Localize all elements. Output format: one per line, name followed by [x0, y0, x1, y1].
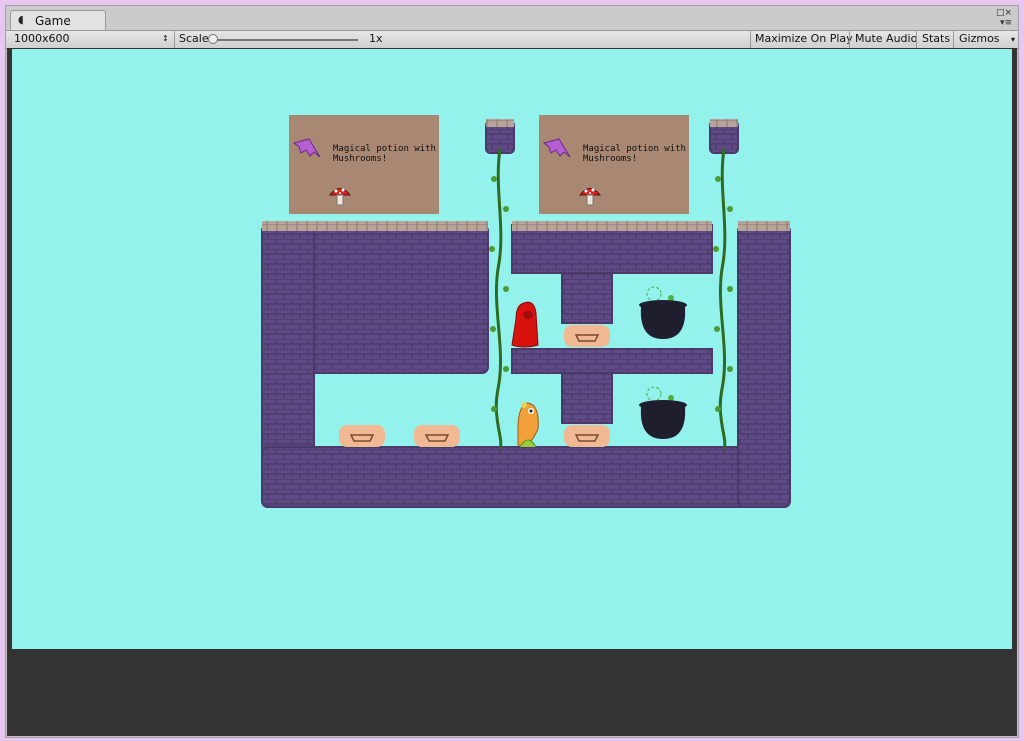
resolution-dropdown[interactable]: 1000x600 ↕: [14, 31, 170, 48]
vine: [494, 148, 503, 450]
toolbar-separator: [953, 31, 954, 48]
vine: [718, 148, 727, 450]
pressure-plate: [414, 425, 460, 447]
scale-slider-thumb[interactable]: [208, 34, 218, 44]
cap-left: [262, 221, 488, 231]
cauldron-icon: [639, 386, 687, 439]
orange-sprout-character: [517, 402, 539, 448]
toolbar-separator: [174, 31, 175, 48]
maximize-on-play-button[interactable]: Maximize On Play: [755, 31, 853, 48]
post-cap: [710, 119, 738, 127]
cap-middle: [512, 221, 712, 231]
updown-arrows-icon: ↕: [162, 34, 169, 43]
post-cap: [486, 119, 514, 127]
pressure-plate: [339, 425, 385, 447]
game-toolbar: 1000x600 ↕ Scale 1x Maximize On Play Mut…: [6, 30, 1018, 49]
unity-game-icon: ◖: [18, 13, 24, 26]
scale-slider-track[interactable]: [212, 39, 358, 41]
wall-middle-top: [511, 224, 713, 274]
wall-right-column: [737, 224, 791, 508]
game-viewport[interactable]: Magical potion with Mushrooms! Magical p…: [12, 49, 1012, 649]
pressure-plate: [564, 325, 610, 347]
tab-game[interactable]: ◖ Game: [10, 10, 106, 31]
toolbar-separator: [916, 31, 917, 48]
tab-game-label: Game: [35, 14, 71, 28]
window-controls: □× ▾≡: [996, 8, 1012, 28]
stats-button[interactable]: Stats: [922, 31, 950, 48]
pressure-plate: [564, 425, 610, 447]
wall-floor: [261, 446, 791, 508]
gizmos-label: Gizmos: [959, 32, 1000, 45]
tab-bar: ◖ Game □× ▾≡: [6, 6, 1018, 31]
wall-middle-pillar-lower: [561, 372, 613, 424]
scale-value: 1x: [369, 32, 383, 45]
cauldron-icon: [639, 286, 687, 339]
menu-icon[interactable]: ▾≡: [1000, 18, 1012, 28]
gizmos-dropdown[interactable]: Gizmos ▾: [959, 31, 1015, 48]
toolbar-separator: [750, 31, 751, 48]
toolbar-separator: [849, 31, 850, 48]
chevron-down-icon: ▾: [1011, 35, 1016, 44]
level-map: [261, 119, 791, 508]
close-icon[interactable]: ×: [1004, 8, 1012, 18]
wall-middle-ledge: [511, 348, 713, 374]
scale-label: Scale: [179, 32, 209, 45]
wall-middle-pillar-upper: [561, 272, 613, 324]
unity-game-window: ◖ Game □× ▾≡ 1000x600 ↕ Scale 1x Maximiz…: [5, 5, 1019, 738]
red-hooded-character: [511, 301, 539, 348]
resolution-value: 1000x600: [14, 32, 70, 45]
cap-right: [738, 221, 790, 231]
mute-audio-button[interactable]: Mute Audio: [855, 31, 917, 48]
